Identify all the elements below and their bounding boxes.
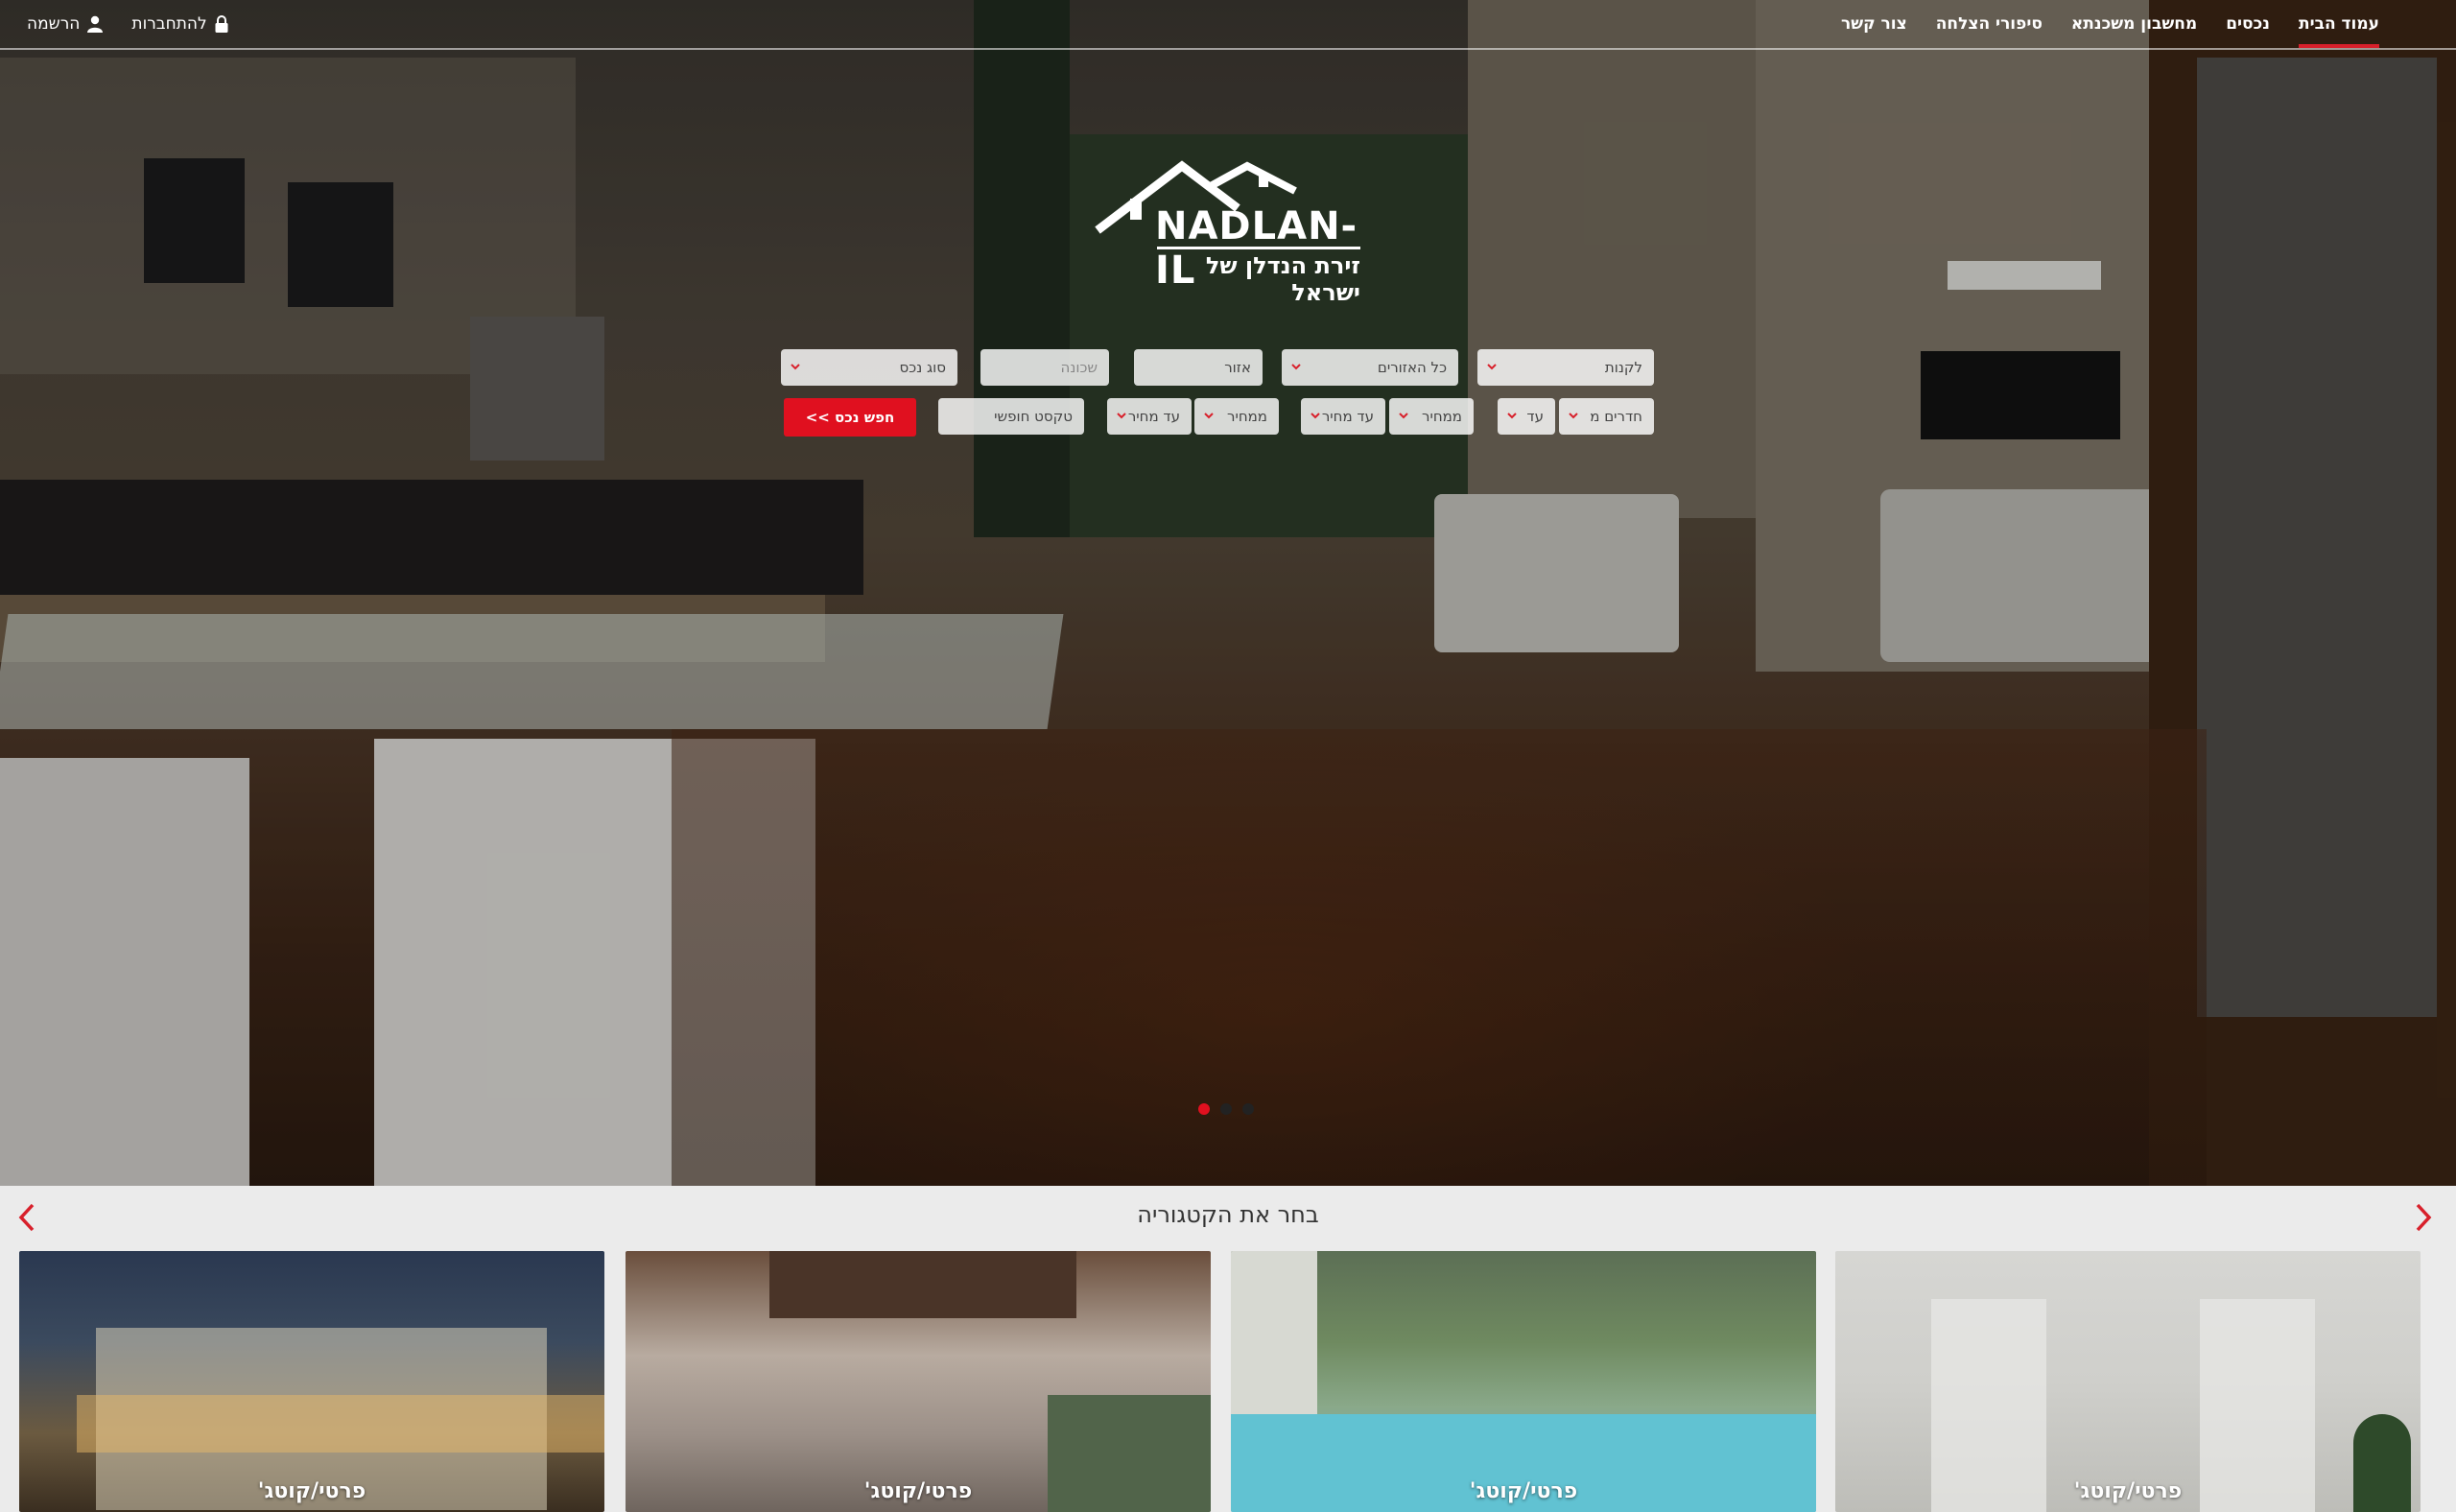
category-card[interactable]: פרטי/קוטג' [1231,1251,1816,1512]
chevron-down-icon [1204,413,1214,419]
main-menu: עמוד הבית נכסים מחשבון משכנתא סיפורי הצל… [1812,0,2380,48]
deal-type-select[interactable]: לקנות [1477,349,1654,386]
category-section-title: בחר את הקטגוריה [1137,1201,1319,1228]
nav-item-contact[interactable]: צור קשר [1841,0,1907,48]
area-input[interactable]: אזור [1134,349,1263,386]
rooms-from-value: חדרים מ [1590,408,1642,425]
rooms-to-select[interactable]: עד [1498,398,1555,435]
chevron-down-icon [1291,364,1301,370]
chevron-down-icon [1311,413,1320,419]
rooms-to-value: עד [1526,408,1544,425]
chevron-down-icon [1487,364,1497,370]
price-to-value: עד מחיר [1321,408,1374,425]
user-icon [87,15,104,33]
nav-item-properties[interactable]: נכסים [2226,0,2270,48]
price-from-value-2: ממחיר [1227,408,1267,425]
deal-type-value: לקנות [1604,359,1642,376]
category-card[interactable]: פרטי/קוטג' [626,1251,1211,1512]
free-text-placeholder: טקסט חופשי [994,408,1073,425]
logo-divider [1157,247,1360,249]
category-card[interactable]: פרטי/קוטג' [19,1251,604,1512]
slider-dot-3[interactable] [1242,1103,1254,1115]
neighborhood-placeholder: שכונה [1060,359,1098,376]
category-card-label: פרטי/קוטג' [2073,1479,2183,1503]
neighborhood-input[interactable]: שכונה [980,349,1109,386]
chevron-down-icon [1569,413,1578,419]
register-label: הרשמה [27,14,81,34]
lock-icon [215,15,228,33]
category-card-label: פרטי/קוטג' [257,1479,366,1503]
free-text-input[interactable]: טקסט חופשי [938,398,1084,435]
property-type-select[interactable]: סוג נכס [781,349,957,386]
property-type-value: סוג נכס [899,359,946,376]
login-label: להתחברות [131,14,207,34]
region-value: כל האזורים [1377,359,1447,376]
price-to-select-2[interactable]: עד מחיר [1107,398,1192,435]
logo-tagline: זירת הנדלן של ישראל [1205,252,1360,306]
price-to-value-2: עד מחיר [1127,408,1180,425]
site-logo[interactable]: NADLAN-IL זירת הנדלן של ישראל [1094,158,1362,306]
price-from-select[interactable]: ממחיר [1389,398,1474,435]
category-card-label: פרטי/קוטג' [1469,1479,1578,1503]
chevron-down-icon [1507,413,1517,419]
login-link[interactable]: להתחברות [131,14,228,34]
price-to-select[interactable]: עד מחיר [1301,398,1385,435]
register-link[interactable]: הרשמה [27,14,104,34]
ceiling-panel [769,1251,1076,1318]
nav-item-home[interactable]: עמוד הבית [2298,0,2380,48]
chevron-down-icon [791,364,800,370]
chevron-down-icon [1399,413,1408,419]
chevron-right-icon[interactable] [2412,1203,2435,1232]
price-from-select-2[interactable]: ממחיר [1194,398,1279,435]
top-nav: עמוד הבית נכסים מחשבון משכנתא סיפורי הצל… [0,0,2456,50]
area-placeholder: אזור [1224,359,1251,376]
chevron-left-icon[interactable] [15,1203,38,1232]
account-links: הרשמה להתחברות [27,0,257,48]
house-lights [77,1395,604,1453]
nav-item-mortgage-calculator[interactable]: מחשבון משכנתא [2071,0,2197,48]
rooms-from-select[interactable]: חדרים מ [1559,398,1654,435]
slider-pagination [1198,1103,1264,1115]
region-select[interactable]: כל האזורים [1282,349,1458,386]
category-card[interactable]: פרטי/קוטג' [1835,1251,2421,1512]
nav-item-success-stories[interactable]: סיפורי הצלחה [1936,0,2043,48]
search-property-button[interactable]: חפש נכס >> [784,398,916,437]
slider-dot-2[interactable] [1220,1103,1232,1115]
slider-dot-1[interactable] [1198,1103,1210,1115]
price-from-value: ממחיר [1422,408,1462,425]
chevron-down-icon [1117,413,1126,419]
category-card-label: פרטי/קוטג' [863,1479,973,1503]
